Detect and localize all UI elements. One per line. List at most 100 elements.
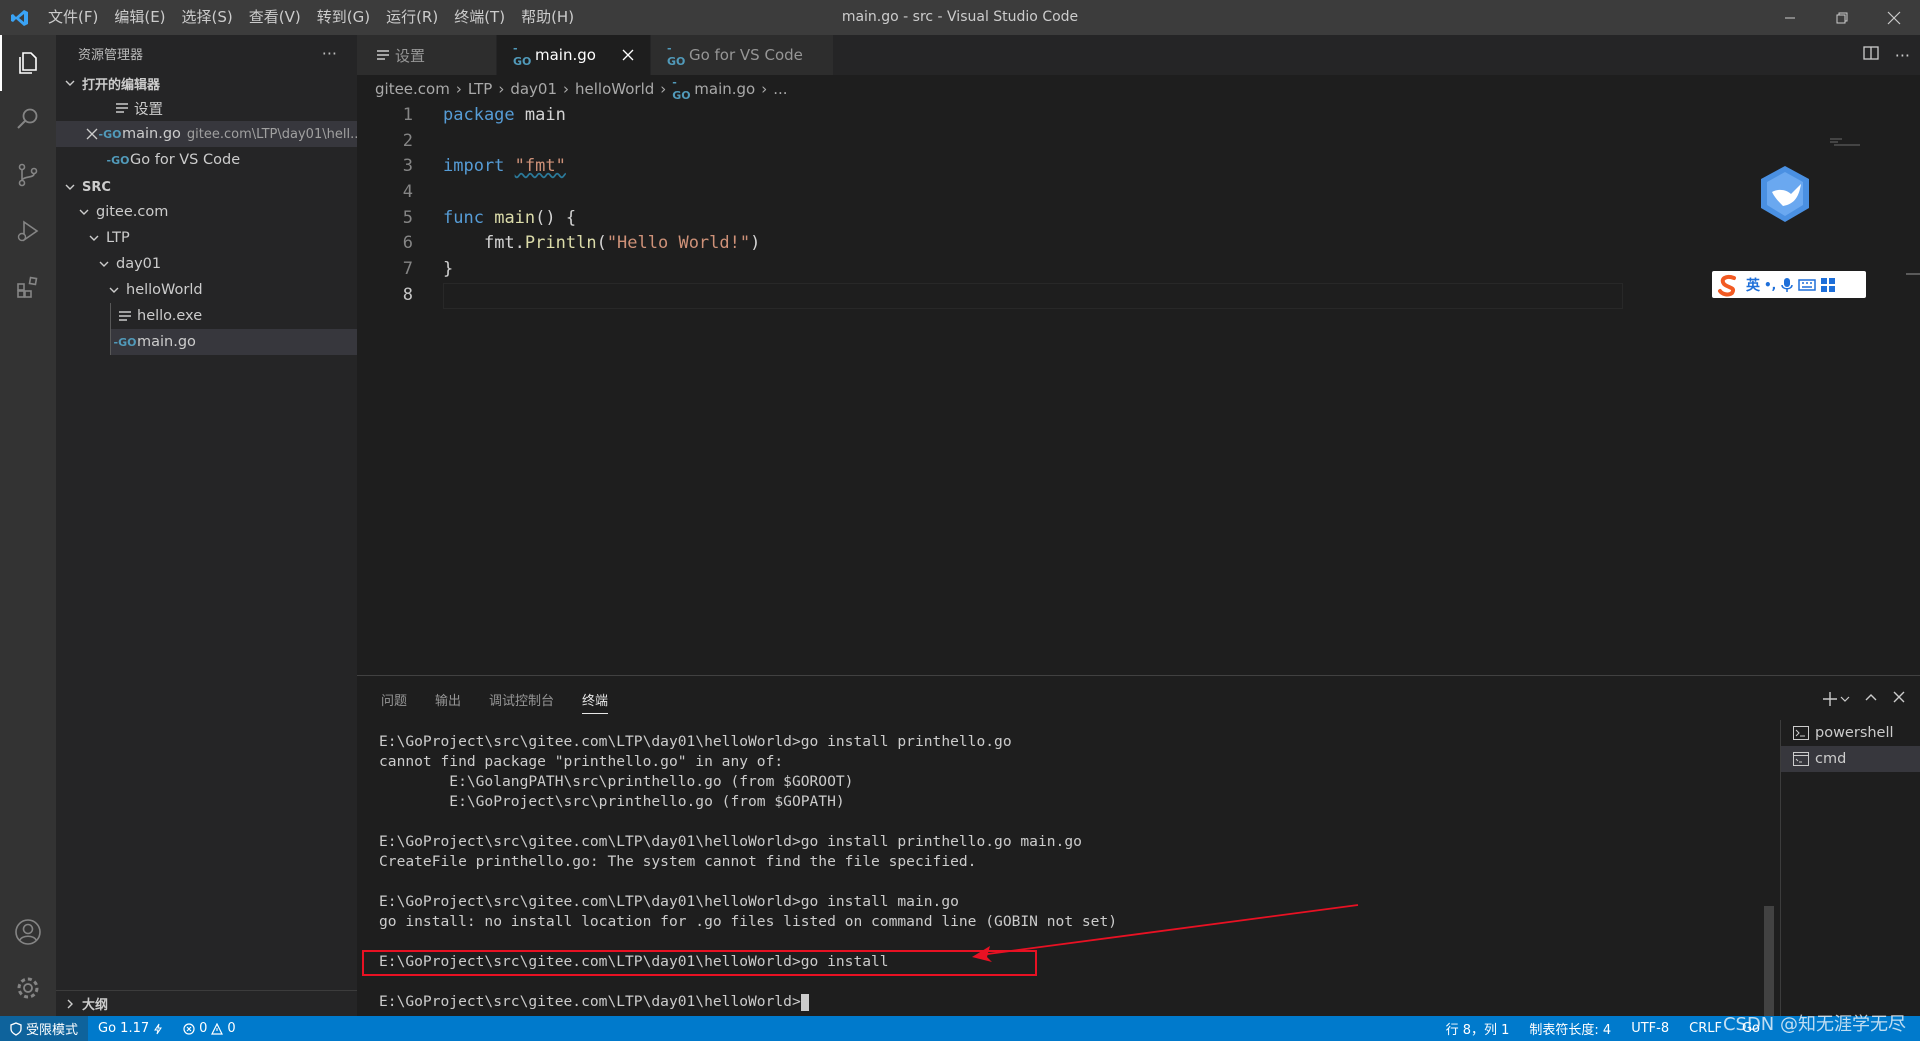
chevron-right-icon: ›: [498, 80, 505, 98]
accounts-button[interactable]: [0, 904, 56, 960]
tree-folder-helloworld[interactable]: helloWorld: [56, 277, 357, 303]
editor-more-button[interactable]: ···: [1895, 46, 1910, 65]
menu-terminal[interactable]: 终端(T): [446, 0, 513, 35]
breadcrumb-ltp[interactable]: LTP: [468, 80, 493, 98]
breadcrumb-symbols[interactable]: ...: [773, 80, 787, 98]
function-call: Println: [524, 233, 597, 254]
tab-close-button[interactable]: [620, 49, 636, 61]
files-icon: [19, 52, 37, 74]
extensions-icon: [17, 276, 38, 298]
run-debug-button[interactable]: [0, 203, 56, 259]
explorer-button[interactable]: [0, 35, 56, 91]
maximize-panel-button[interactable]: [1864, 690, 1878, 708]
cursor-position[interactable]: 行 8，列 1: [1436, 1019, 1520, 1038]
terminal-output[interactable]: E:\GoProject\src\gitee.com\LTP\day01\hel…: [379, 732, 1799, 1017]
keyboard-icon[interactable]: [1798, 278, 1816, 292]
eol-indicator[interactable]: CRLF: [1679, 1021, 1732, 1036]
tab-terminal[interactable]: 终端: [582, 676, 609, 722]
split-editor-button[interactable]: [1863, 45, 1879, 65]
source-control-button[interactable]: [0, 147, 56, 203]
code-line-current: 8: [357, 282, 1920, 309]
floating-bird-widget-icon[interactable]: [1757, 164, 1813, 224]
manage-button[interactable]: [0, 960, 56, 1016]
tab-main-go[interactable]: -GO main.go: [497, 35, 651, 75]
tab-size-indicator[interactable]: 制表符长度: 4: [1519, 1019, 1621, 1038]
terminal-powershell[interactable]: powershell: [1781, 720, 1920, 746]
line-number: 2: [402, 130, 413, 151]
outline-header[interactable]: 大纲: [56, 990, 357, 1016]
minimize-button[interactable]: [1764, 0, 1816, 35]
close-panel-button[interactable]: [1892, 690, 1906, 708]
go-version-indicator[interactable]: Go 1.17: [88, 1021, 173, 1036]
code-text: }: [443, 259, 454, 280]
go-file-icon: -GO: [666, 42, 686, 68]
close-window-button[interactable]: [1868, 0, 1920, 35]
menu-view[interactable]: 查看(V): [241, 0, 309, 35]
close-editor-icon[interactable]: [86, 128, 98, 140]
extensions-button[interactable]: [0, 259, 56, 315]
gear-icon: [17, 977, 39, 999]
folder-src-header[interactable]: SRC: [56, 175, 357, 199]
tree-folder-ltp[interactable]: LTP: [56, 225, 357, 251]
function-name: main: [494, 207, 536, 228]
search-icon: [17, 108, 38, 129]
terminal-scrollbar[interactable]: [1764, 906, 1774, 1016]
tree-folder-day01[interactable]: day01: [56, 251, 357, 277]
code-editor[interactable]: 1 package main 2 3 import "fmt" 4 5 func…: [357, 103, 1920, 675]
tree-folder-gitee[interactable]: gitee.com: [56, 199, 357, 225]
tab-output[interactable]: 输出: [435, 676, 461, 722]
minimap[interactable]: [1830, 137, 1860, 147]
window-controls: [1764, 0, 1920, 35]
tab-problems[interactable]: 问题: [381, 676, 407, 722]
encoding-indicator[interactable]: UTF-8: [1621, 1021, 1679, 1036]
menu-help[interactable]: 帮助(H): [513, 0, 582, 35]
menu-selection[interactable]: 选择(S): [174, 0, 241, 35]
open-editors-header[interactable]: 打开的编辑器: [56, 71, 357, 95]
line-number: 6: [402, 233, 413, 254]
line-number: 1: [402, 105, 413, 125]
breadcrumb-gitee[interactable]: gitee.com: [375, 80, 450, 98]
settings-file-icon: [373, 49, 393, 61]
line-number: 7: [402, 259, 413, 280]
shield-icon: [10, 1021, 22, 1036]
menu-file[interactable]: 文件(F): [40, 0, 106, 35]
open-editor-main-go[interactable]: -GO main.go gitee.com\LTP\day01\hell...: [56, 121, 357, 147]
ime-language-label[interactable]: 英: [1746, 275, 1760, 295]
ime-toolbar[interactable]: 英 •,: [1712, 271, 1866, 298]
tab-go-for-vscode[interactable]: -GO Go for VS Code: [650, 35, 834, 75]
package-ref: fmt.: [483, 233, 525, 254]
terminal-line: E:\GolangPATH\src\printhello.go (from $G…: [379, 773, 854, 790]
string-literal: "fmt": [514, 156, 566, 177]
restore-button[interactable]: [1816, 0, 1868, 35]
grid-menu-icon[interactable]: [1820, 277, 1836, 293]
breadcrumb-main-go[interactable]: main.go: [694, 80, 755, 98]
terminal-line: CreateFile printhello.go: The system can…: [379, 853, 977, 870]
restricted-mode-indicator[interactable]: 受限模式: [0, 1016, 89, 1041]
language-mode[interactable]: Go: [1732, 1021, 1770, 1036]
code-line: 7 }: [357, 257, 1920, 283]
menu-edit[interactable]: 编辑(E): [106, 0, 173, 35]
tree-file-main-go[interactable]: -GO main.go: [110, 329, 357, 355]
panel-actions: [1822, 676, 1906, 722]
go-file-icon: -GO: [98, 127, 122, 141]
tab-settings[interactable]: 设置: [357, 35, 497, 75]
terminal-cmd[interactable]: cmd: [1781, 746, 1920, 772]
new-terminal-button[interactable]: [1822, 691, 1850, 707]
open-editor-go-for-vscode[interactable]: -GO Go for VS Code: [56, 147, 357, 173]
chevron-down-icon: [62, 179, 78, 195]
terminal-line: E:\GoProject\src\gitee.com\LTP\day01\hel…: [379, 893, 959, 910]
menu-run[interactable]: 运行(R): [378, 0, 446, 35]
sidebar-more-button[interactable]: ···: [322, 44, 337, 63]
ime-punctuation[interactable]: •,: [1764, 278, 1776, 292]
open-editor-settings[interactable]: 设置: [56, 95, 357, 121]
menu-go[interactable]: 转到(G): [309, 0, 378, 35]
tree-file-hello-exe[interactable]: hello.exe: [110, 303, 357, 329]
breadcrumb-helloworld[interactable]: helloWorld: [575, 80, 654, 98]
search-button[interactable]: [0, 91, 56, 147]
microphone-icon[interactable]: [1780, 277, 1794, 293]
breadcrumb-day01[interactable]: day01: [510, 80, 557, 98]
problems-indicator[interactable]: 0 0: [173, 1021, 246, 1036]
tab-debug-console[interactable]: 调试控制台: [489, 676, 554, 722]
